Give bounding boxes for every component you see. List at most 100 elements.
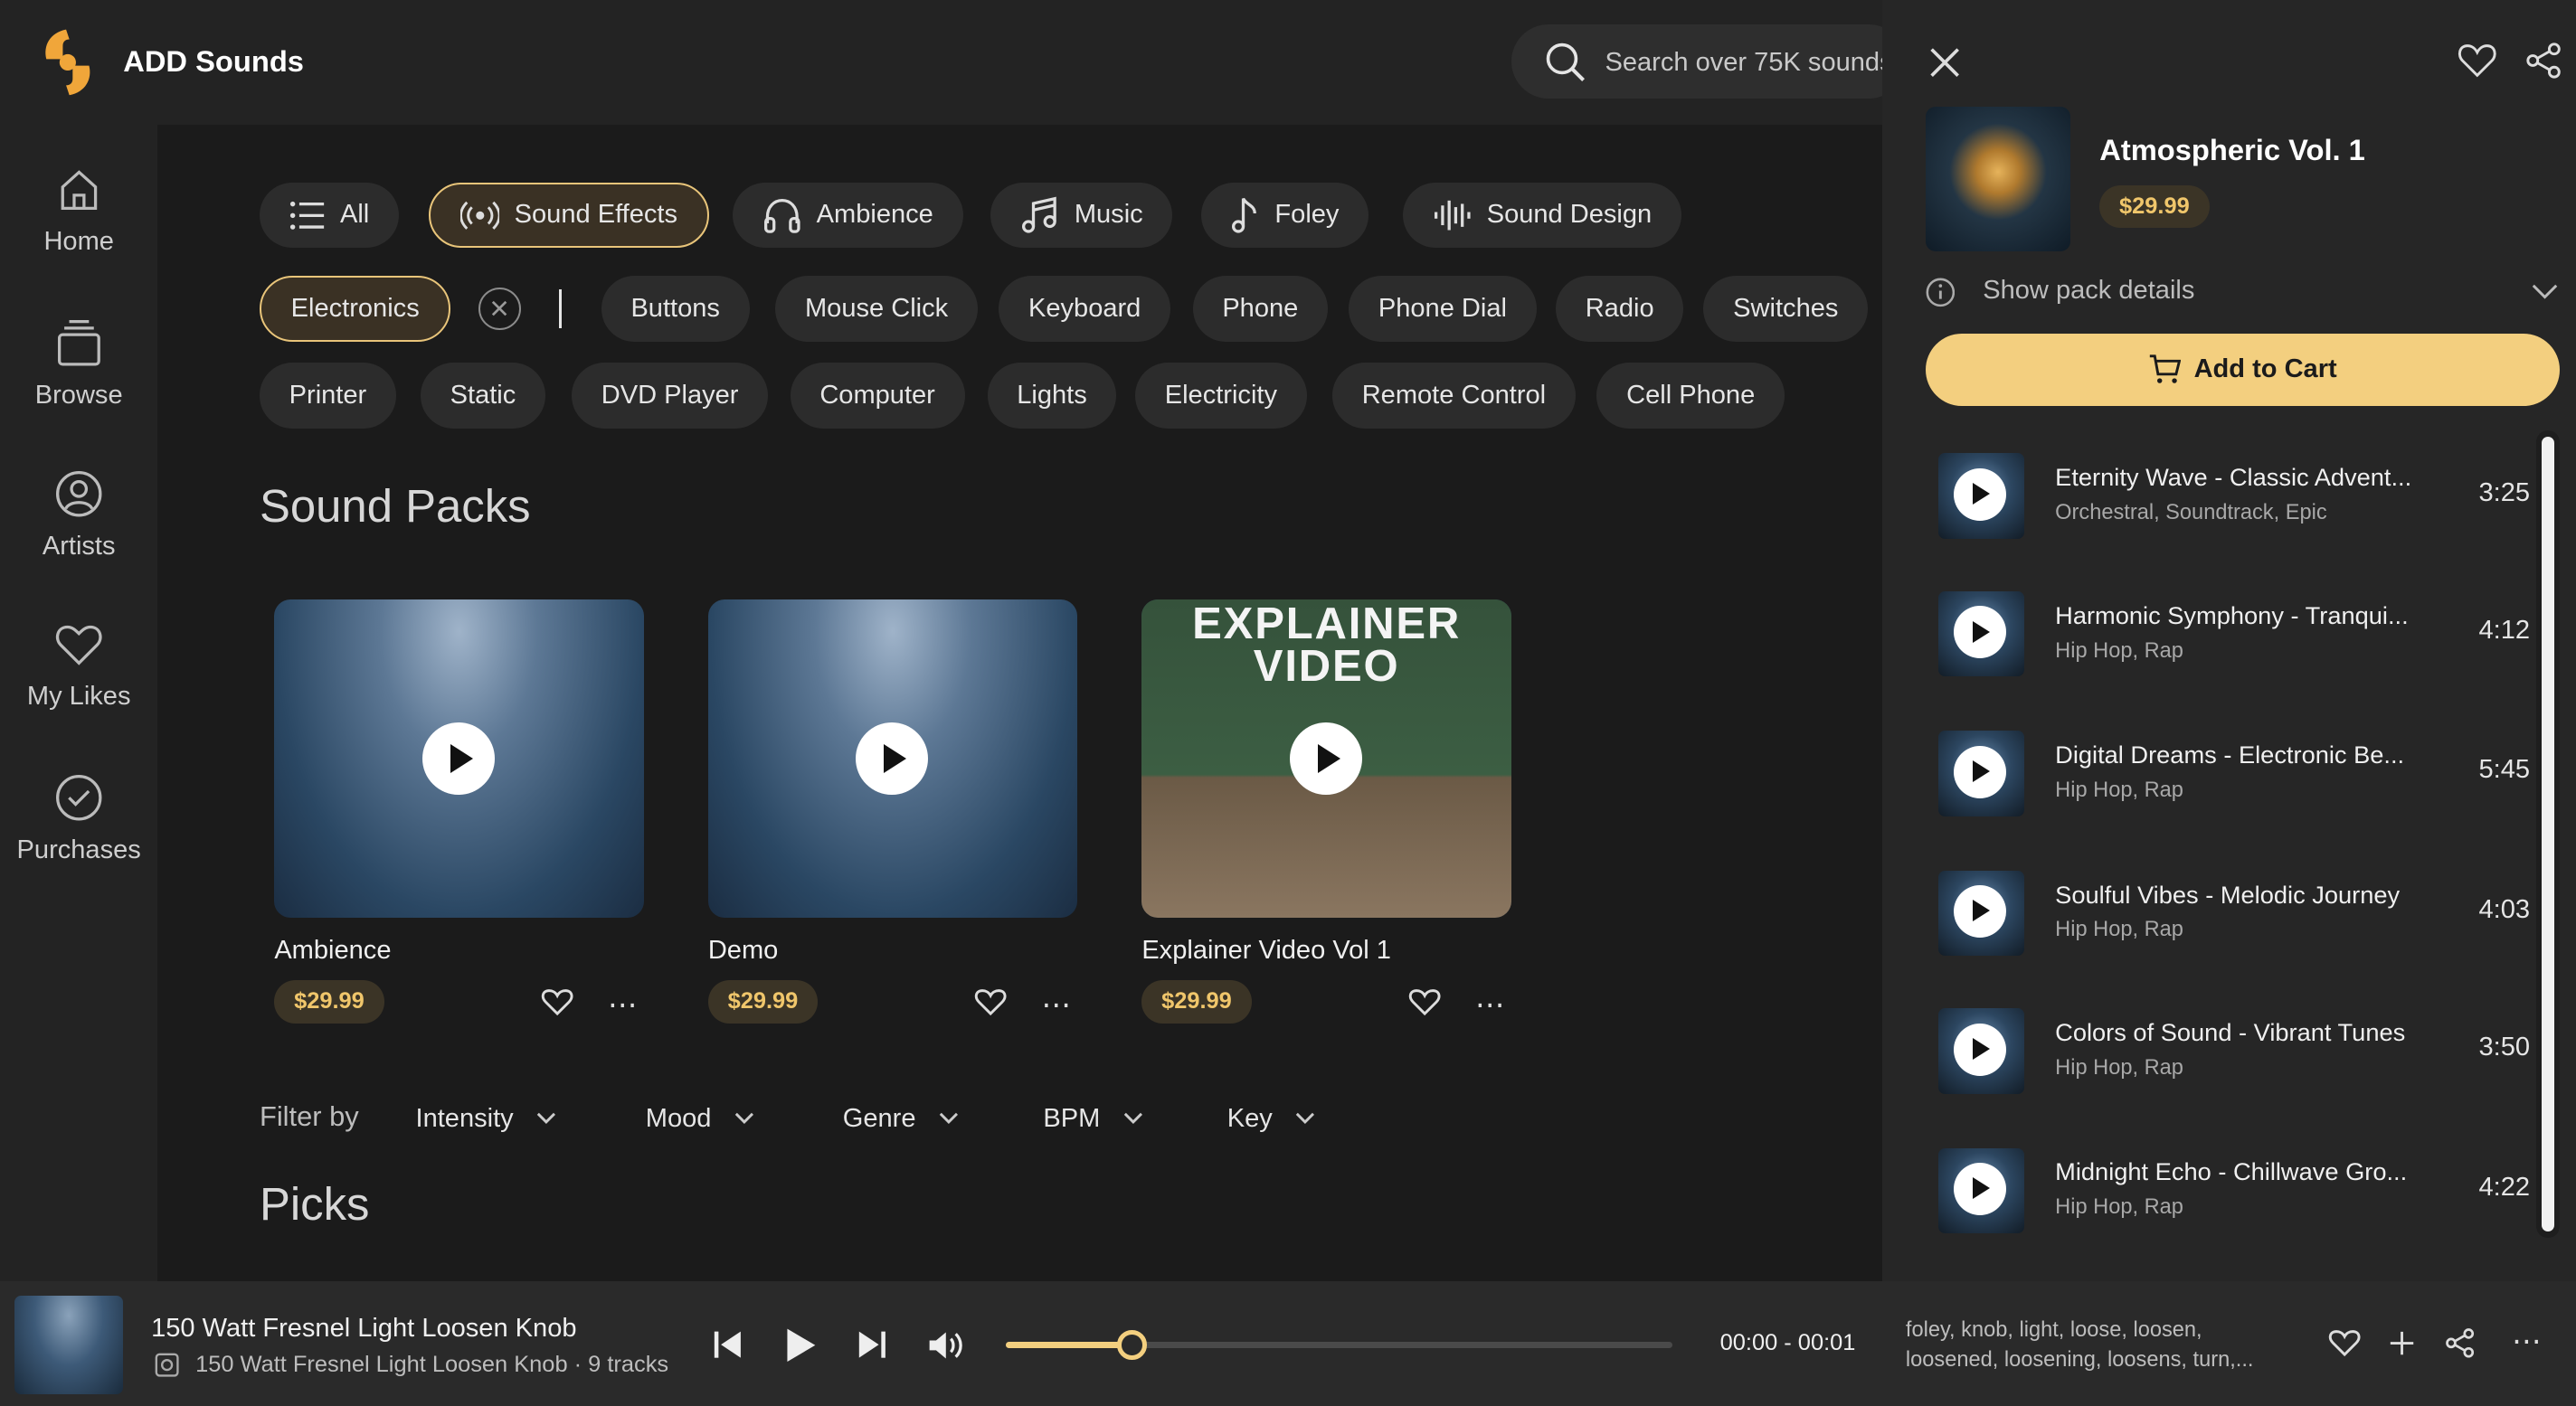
filter-key-dropdown[interactable]: Key xyxy=(1227,1104,1315,1134)
subcategory-remote-control[interactable]: Remote Control xyxy=(1332,363,1576,429)
artwork-text: EXPLAINER VIDEO xyxy=(1192,599,1462,691)
subcategory-switches[interactable]: Switches xyxy=(1703,276,1869,342)
logo[interactable] xyxy=(40,26,96,99)
sidebar-item-artists[interactable]: Artists xyxy=(0,469,157,561)
subcategory-label: Radio xyxy=(1585,293,1654,323)
panel-scrollbar[interactable] xyxy=(2536,429,2560,1239)
subcategory-label: Mouse Click xyxy=(804,293,949,323)
category-sound-effects[interactable]: Sound Effects xyxy=(429,182,709,249)
play-button[interactable] xyxy=(1953,1023,2006,1076)
subcategory-label: Switches xyxy=(1733,293,1839,323)
chevron-down-icon xyxy=(1123,1112,1142,1124)
track-row[interactable]: Eternity Wave - Classic Advent... Orches… xyxy=(1938,450,2530,543)
play-button[interactable] xyxy=(856,722,929,796)
more-options-icon[interactable]: ⋯ xyxy=(1042,987,1074,1022)
skip-back-icon[interactable] xyxy=(713,1328,743,1361)
like-icon[interactable] xyxy=(541,987,573,1017)
track-row[interactable]: Midnight Echo - Chillwave Gro... Hip Hop… xyxy=(1938,1145,2530,1237)
play-button[interactable] xyxy=(1953,884,2006,939)
pack-card[interactable]: EXPLAINER VIDEO Explainer Video Vol 1 $2… xyxy=(1141,599,1511,1024)
play-button[interactable] xyxy=(421,722,495,796)
track-duration: 3:25 xyxy=(2478,477,2531,507)
subcategory-dvd-player[interactable]: DVD Player xyxy=(572,363,769,429)
close-icon[interactable] xyxy=(1928,46,1961,79)
category-ambience[interactable]: Ambience xyxy=(733,182,963,249)
subcategory-printer[interactable]: Printer xyxy=(259,363,396,429)
subcategory-electricity[interactable]: Electricity xyxy=(1135,363,1307,429)
play-button[interactable] xyxy=(1953,606,2006,659)
search-input[interactable]: Search over 75K sounds xyxy=(1511,24,1906,99)
sidebar-item-label: Artists xyxy=(42,532,116,561)
section-title-picks: Picks xyxy=(259,1178,370,1231)
now-playing-artwork xyxy=(14,1296,124,1395)
play-button[interactable] xyxy=(1953,467,2006,521)
share-icon[interactable] xyxy=(2526,42,2562,79)
list-icon xyxy=(289,201,324,230)
track-row[interactable]: Soulful Vibes - Melodic Journey Hip Hop,… xyxy=(1938,867,2530,959)
filter-genre-dropdown[interactable]: Genre xyxy=(843,1104,959,1134)
play-button[interactable] xyxy=(1289,722,1362,796)
skip-forward-icon[interactable] xyxy=(857,1328,887,1361)
subcategory-label: Phone Dial xyxy=(1378,293,1507,323)
track-duration: 4:12 xyxy=(2478,616,2531,646)
subcategory-lights[interactable]: Lights xyxy=(987,363,1117,429)
share-icon[interactable] xyxy=(2446,1328,2476,1358)
sidebar-item-my-likes[interactable]: My Likes xyxy=(0,622,157,711)
track-row[interactable]: Harmonic Symphony - Tranqui... Hip Hop, … xyxy=(1938,588,2530,680)
progress-handle[interactable] xyxy=(1117,1330,1147,1360)
track-title: Digital Dreams - Electronic Be... xyxy=(2055,741,2405,769)
pack-card[interactable]: Demo $29.99 ⋯ xyxy=(707,599,1078,1024)
play-button[interactable] xyxy=(1953,745,2006,798)
subcategory-phone-dial[interactable]: Phone Dial xyxy=(1349,276,1537,342)
subcategory-phone[interactable]: Phone xyxy=(1192,276,1328,342)
scrollbar-thumb[interactable] xyxy=(2541,437,2555,1232)
pack-title: Atmospheric Vol. 1 xyxy=(2099,133,2365,167)
subcategory-static[interactable]: Static xyxy=(420,363,545,429)
sidebar-item-purchases[interactable]: Purchases xyxy=(0,773,157,865)
filter-bpm-dropdown[interactable]: BPM xyxy=(1043,1104,1142,1134)
dropdown-label: Intensity xyxy=(415,1103,514,1133)
track-row[interactable]: Colors of Sound - Vibrant Tunes Hip Hop,… xyxy=(1938,1005,2530,1098)
dropdown-label: BPM xyxy=(1043,1103,1101,1133)
category-sound-design[interactable]: Sound Design xyxy=(1403,182,1681,249)
show-pack-details-toggle[interactable]: Show pack details xyxy=(1926,276,2558,308)
track-row[interactable]: Digital Dreams - Electronic Be... Hip Ho… xyxy=(1938,728,2530,820)
section-title-sound-packs: Sound Packs xyxy=(259,480,531,533)
subcategory-radio[interactable]: Radio xyxy=(1556,276,1684,342)
play-icon[interactable] xyxy=(782,1326,819,1365)
volume-icon[interactable] xyxy=(926,1327,966,1364)
sidebar-item-browse[interactable]: Browse xyxy=(0,318,157,410)
close-icon xyxy=(491,301,507,316)
progress-slider[interactable] xyxy=(1005,1330,1672,1360)
subcategory-cell-phone[interactable]: Cell Phone xyxy=(1596,363,1785,429)
add-icon[interactable] xyxy=(2389,1330,2415,1356)
like-icon[interactable] xyxy=(1408,987,1441,1017)
subcategory-buttons[interactable]: Buttons xyxy=(601,276,750,342)
sidebar-item-home[interactable]: Home xyxy=(0,167,157,256)
more-options-icon[interactable]: ⋯ xyxy=(1475,987,1507,1022)
info-icon xyxy=(1926,278,1955,307)
broadcast-icon xyxy=(459,201,500,230)
subcategory-electronics[interactable]: Electronics xyxy=(259,276,451,342)
subcategory-label: Printer xyxy=(289,381,367,410)
more-options-icon[interactable]: ⋯ xyxy=(608,987,639,1022)
heart-icon[interactable] xyxy=(2458,42,2497,79)
track-title: Midnight Echo - Chillwave Gro... xyxy=(2055,1157,2408,1186)
filter-intensity-dropdown[interactable]: Intensity xyxy=(416,1104,556,1134)
category-music[interactable]: Music xyxy=(990,182,1173,249)
dropdown-label: Genre xyxy=(842,1103,916,1133)
filter-mood-dropdown[interactable]: Mood xyxy=(646,1104,754,1134)
pack-card[interactable]: Ambience $29.99 ⋯ xyxy=(274,599,644,1024)
heart-icon[interactable] xyxy=(2328,1328,2361,1358)
subcategory-keyboard[interactable]: Keyboard xyxy=(999,276,1171,342)
play-button[interactable] xyxy=(1953,1162,2006,1216)
subcategory-computer[interactable]: Computer xyxy=(790,363,965,429)
category-foley[interactable]: Foley xyxy=(1200,182,1369,249)
clear-filter-button[interactable] xyxy=(478,287,521,331)
more-options-icon[interactable]: ⋯ xyxy=(2512,1324,2542,1358)
category-all[interactable]: All xyxy=(259,182,399,249)
like-icon[interactable] xyxy=(974,987,1007,1017)
subcategory-mouse-click[interactable]: Mouse Click xyxy=(775,276,978,342)
add-to-cart-button[interactable]: Add to Cart xyxy=(1925,333,2560,406)
now-playing-title: 150 Watt Fresnel Light Loosen Knob xyxy=(151,1314,577,1344)
